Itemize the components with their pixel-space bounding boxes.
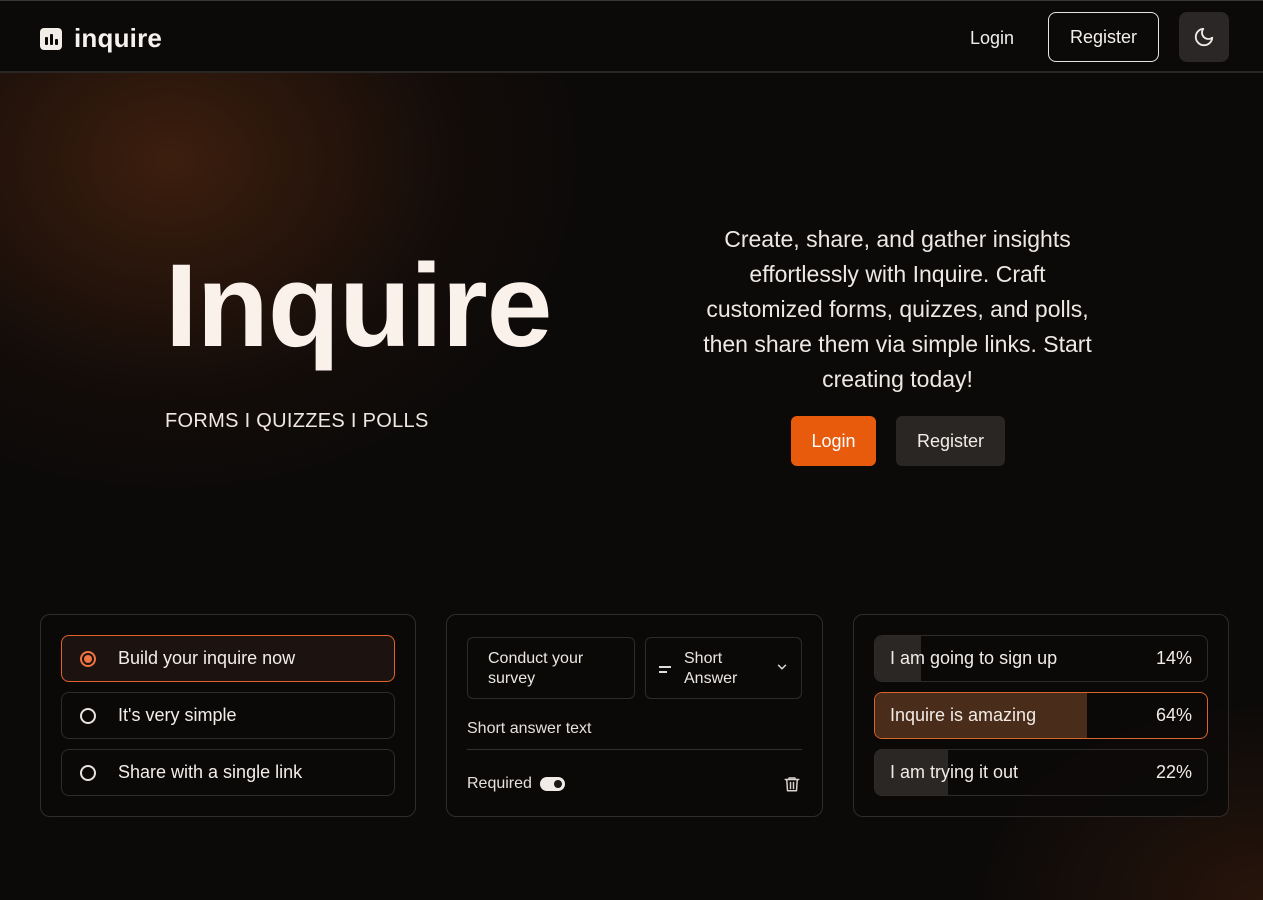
top-navbar: inquire Login Register (0, 0, 1263, 73)
hero-login-button[interactable]: Login (791, 416, 876, 466)
options-card: Build your inquire now It's very simple … (40, 614, 416, 817)
theme-toggle-button[interactable] (1179, 12, 1229, 62)
moon-icon (1194, 27, 1214, 47)
bar-chart-icon (40, 27, 62, 50)
hero-subtitle: FORMS I QUIZZES I POLLS (165, 410, 429, 432)
trash-icon[interactable] (783, 774, 801, 794)
question-field[interactable]: Conduct your survey (467, 637, 635, 699)
poll-card: I am going to sign up 14% Inquire is ama… (853, 614, 1229, 817)
short-text-icon (659, 666, 671, 676)
form-builder-card: Conduct your survey Short Answer Short a… (446, 614, 823, 817)
question-type-label: Short Answer (684, 650, 738, 687)
option-item[interactable]: Share with a single link (61, 749, 395, 796)
answer-placeholder: Short answer text (467, 720, 592, 737)
poll-option[interactable]: I am trying it out 22% (874, 749, 1208, 796)
poll-percent: 22% (1155, 762, 1192, 782)
poll-percent: 64% (1155, 705, 1192, 725)
main-content: Inquire FORMS I QUIZZES I POLLS Create, … (0, 0, 1263, 900)
question-type-select[interactable]: Short Answer (645, 637, 802, 699)
option-item[interactable]: Build your inquire now (61, 635, 395, 682)
option-label: It's very simple (118, 705, 237, 725)
logo[interactable]: inquire (40, 23, 162, 54)
radio-selected-icon (80, 650, 96, 667)
divider (467, 749, 802, 750)
poll-percent: 14% (1155, 648, 1192, 668)
poll-label: I am trying it out (890, 762, 1019, 782)
radio-empty-icon (80, 764, 96, 781)
poll-label: I am going to sign up (890, 648, 1058, 668)
hero-title: Inquire (165, 240, 552, 372)
chevron-down-icon (777, 664, 787, 670)
option-label: Build your inquire now (118, 648, 296, 668)
nav-register-button[interactable]: Register (1048, 12, 1159, 62)
radio-empty-icon (80, 707, 96, 724)
logo-text: inquire (74, 23, 163, 53)
required-label: Required (467, 775, 532, 792)
hero-register-button[interactable]: Register (896, 416, 1005, 466)
poll-option[interactable]: Inquire is amazing 64% (874, 692, 1208, 739)
option-item[interactable]: It's very simple (61, 692, 395, 739)
hero-description: Create, share, and gather insights effor… (703, 226, 1092, 392)
poll-label: Inquire is amazing (890, 705, 1037, 725)
nav-login-link[interactable]: Login (970, 23, 1014, 53)
poll-option[interactable]: I am going to sign up 14% (874, 635, 1208, 682)
option-label: Share with a single link (118, 762, 303, 782)
required-toggle[interactable] (540, 777, 565, 791)
